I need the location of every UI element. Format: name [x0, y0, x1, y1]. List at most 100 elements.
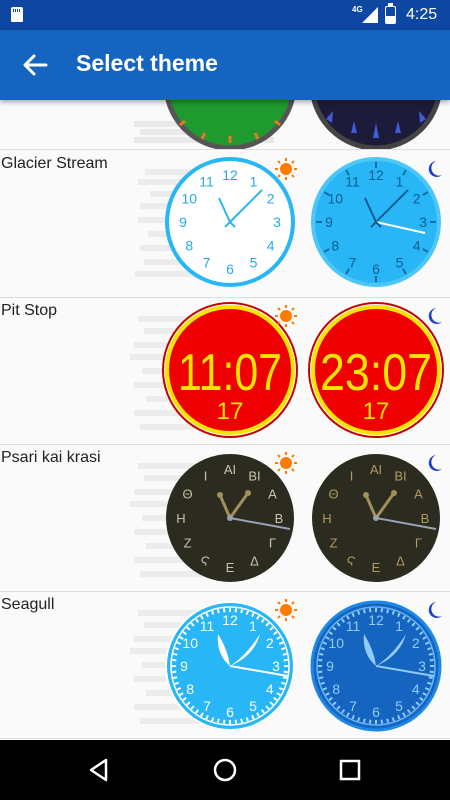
- clock-tick: [428, 652, 433, 656]
- moon-icon: [428, 602, 442, 618]
- clock-numeral: 11: [345, 173, 360, 189]
- clock-tick: [320, 647, 325, 651]
- theme-row-pit-stop[interactable]: Pit Stop 11:07 17 23:07 17: [0, 298, 450, 445]
- clock-tick: [428, 676, 433, 680]
- clock-numeral: 9: [326, 658, 334, 674]
- theme-row[interactable]: [0, 100, 450, 150]
- clock-numeral: 3: [272, 658, 280, 674]
- home-nav-icon[interactable]: [210, 755, 240, 785]
- clock-tick: [216, 718, 220, 723]
- clock-numeral: Ϛ: [347, 553, 356, 568]
- clock-tick: [362, 609, 366, 614]
- clock-numeral: ΑΙ: [224, 462, 236, 477]
- clock-tick: [357, 717, 361, 722]
- clock-numeral: ΑΙ: [370, 462, 382, 477]
- clock-numeral: 6: [372, 261, 380, 277]
- clock-numeral: 2: [412, 635, 420, 651]
- status-time: 4:25: [406, 6, 438, 23]
- clock-numeral: Ζ: [184, 536, 192, 551]
- clock-numeral: 12: [222, 612, 238, 628]
- night-date: 17: [363, 398, 390, 425]
- theme-name: Psari kai krasi: [1, 449, 101, 466]
- clock-numeral: 7: [203, 255, 211, 271]
- clock-numeral: ΒΙ: [394, 469, 406, 484]
- clock-tick: [174, 647, 179, 651]
- theme-list[interactable]: Glacier Stream 12 1 2 3 4 5 6 7 8 9 10 11 12 1 2 3 4: [0, 100, 450, 740]
- clock-numeral: 9: [325, 214, 333, 230]
- clock-numeral: 4: [267, 238, 275, 254]
- clock-numeral: 6: [226, 261, 234, 277]
- battery-icon: [385, 3, 396, 24]
- moon-icon: [428, 161, 442, 177]
- theme-preview[interactable]: [120, 100, 450, 149]
- clock-numeral: 10: [328, 635, 344, 651]
- clock-tick: [391, 717, 395, 722]
- clock-numeral: 1: [249, 618, 257, 634]
- clock-numeral: 5: [250, 255, 258, 271]
- theme-row-seagull[interactable]: Seagull 12 1 2 3 4 5 6 7 8 9 10 11 12 1 …: [0, 592, 450, 739]
- clock-tick: [391, 610, 395, 615]
- sun-icon: [275, 599, 297, 621]
- theme-row-glacier-stream[interactable]: Glacier Stream 12 1 2 3 4 5 6 7 8 9 10 11 12 1 2 3 4: [0, 151, 450, 298]
- clock-numeral: Ε: [226, 560, 235, 575]
- day-digital-time: 11:07: [178, 344, 282, 402]
- clock-tick: [245, 717, 249, 722]
- theme-preview-art: ΑΙ ΒΙΑΒΓΔΕϚΖΗΘΙ ΑΙ ΒΙΑΒΓΔΕϚΖΗΘΙ: [130, 452, 442, 582]
- sd-card-icon: [11, 7, 23, 22]
- clock-tick: [357, 610, 361, 615]
- clock-numeral: 4: [266, 681, 274, 697]
- moon-icon: [428, 308, 442, 324]
- clock-numeral: 7: [203, 698, 211, 714]
- clock-numeral: 5: [249, 698, 257, 714]
- clock-numeral: 12: [368, 167, 384, 183]
- clock-tick: [211, 610, 215, 615]
- navigation-bar: [0, 740, 450, 800]
- clock-numeral: 3: [419, 214, 427, 230]
- clock-tick: [362, 718, 366, 723]
- clock-tick: [211, 717, 215, 722]
- clock-tick: [172, 658, 177, 662]
- theme-preview[interactable]: 11:07 17 23:07 17: [120, 298, 450, 444]
- clock-tick: [380, 719, 384, 724]
- clock-tick: [222, 719, 226, 724]
- sun-icon: [275, 452, 297, 474]
- clock-numeral: 3: [418, 658, 426, 674]
- clock-tick: [386, 609, 390, 614]
- clock-numeral: 8: [185, 238, 193, 254]
- clock-tick: [281, 647, 286, 651]
- clock-numeral: 2: [267, 191, 275, 207]
- clock-tick: [282, 676, 287, 680]
- clock-numeral: 8: [186, 681, 194, 697]
- clock-tick: [282, 652, 287, 656]
- theme-row-psari-kai-krasi[interactable]: Psari kai krasi ΑΙ ΒΙ Α Β Γ Δ Ε Ϛ Ζ Η Θ Ι: [0, 445, 450, 592]
- clock-numeral: Α: [268, 487, 277, 502]
- recents-nav-icon[interactable]: [335, 755, 365, 785]
- clock-tick: [174, 681, 179, 685]
- back-arrow-icon[interactable]: [14, 44, 56, 86]
- clock-numeral: 11: [346, 618, 361, 634]
- clock-tick: [318, 670, 323, 674]
- night-digital-time: 23:07: [320, 344, 432, 402]
- clock-numeral: 1: [250, 173, 258, 189]
- clock-numeral: Θ: [329, 487, 339, 502]
- clock-numeral: 1: [396, 173, 404, 189]
- status-bar: 4G 4:25: [0, 0, 450, 30]
- clock-numeral: 3: [273, 214, 281, 230]
- clock-numeral: 5: [395, 698, 403, 714]
- clock-numeral: 12: [222, 167, 238, 183]
- clock-tick: [281, 681, 286, 685]
- clock-numeral: Η: [322, 511, 331, 526]
- clock-numeral: Γ: [415, 536, 422, 551]
- clock-numeral: 11: [199, 173, 214, 189]
- moon-icon: [428, 455, 442, 471]
- theme-preview[interactable]: ΑΙ ΒΙ Α Β Γ Δ Ε Ϛ Ζ Η Θ Ι ΑΙ ΒΙ Α Β Γ Δ Ε Ϛ Ζ Η Θ Ι: [120, 445, 450, 591]
- clock-tick: [283, 670, 288, 674]
- day-date: 17: [217, 398, 244, 425]
- theme-preview[interactable]: 12 1 2 3 4 5 6 7 8 9 10 11 12 1 2 3 4 5 6 7 8 9 10 11: [120, 592, 450, 738]
- clock-tick: [427, 681, 432, 685]
- clock-numeral: 9: [179, 214, 187, 230]
- theme-preview[interactable]: 12 1 2 3 4 5 6 7 8 9 10 11 12 1 2 3 4 5 6 7 8 9 10 11: [120, 151, 450, 297]
- theme-preview-art: 11:07 17 23:07 17: [130, 302, 444, 438]
- back-nav-icon[interactable]: [84, 755, 114, 785]
- clock-numeral: 11: [200, 618, 215, 634]
